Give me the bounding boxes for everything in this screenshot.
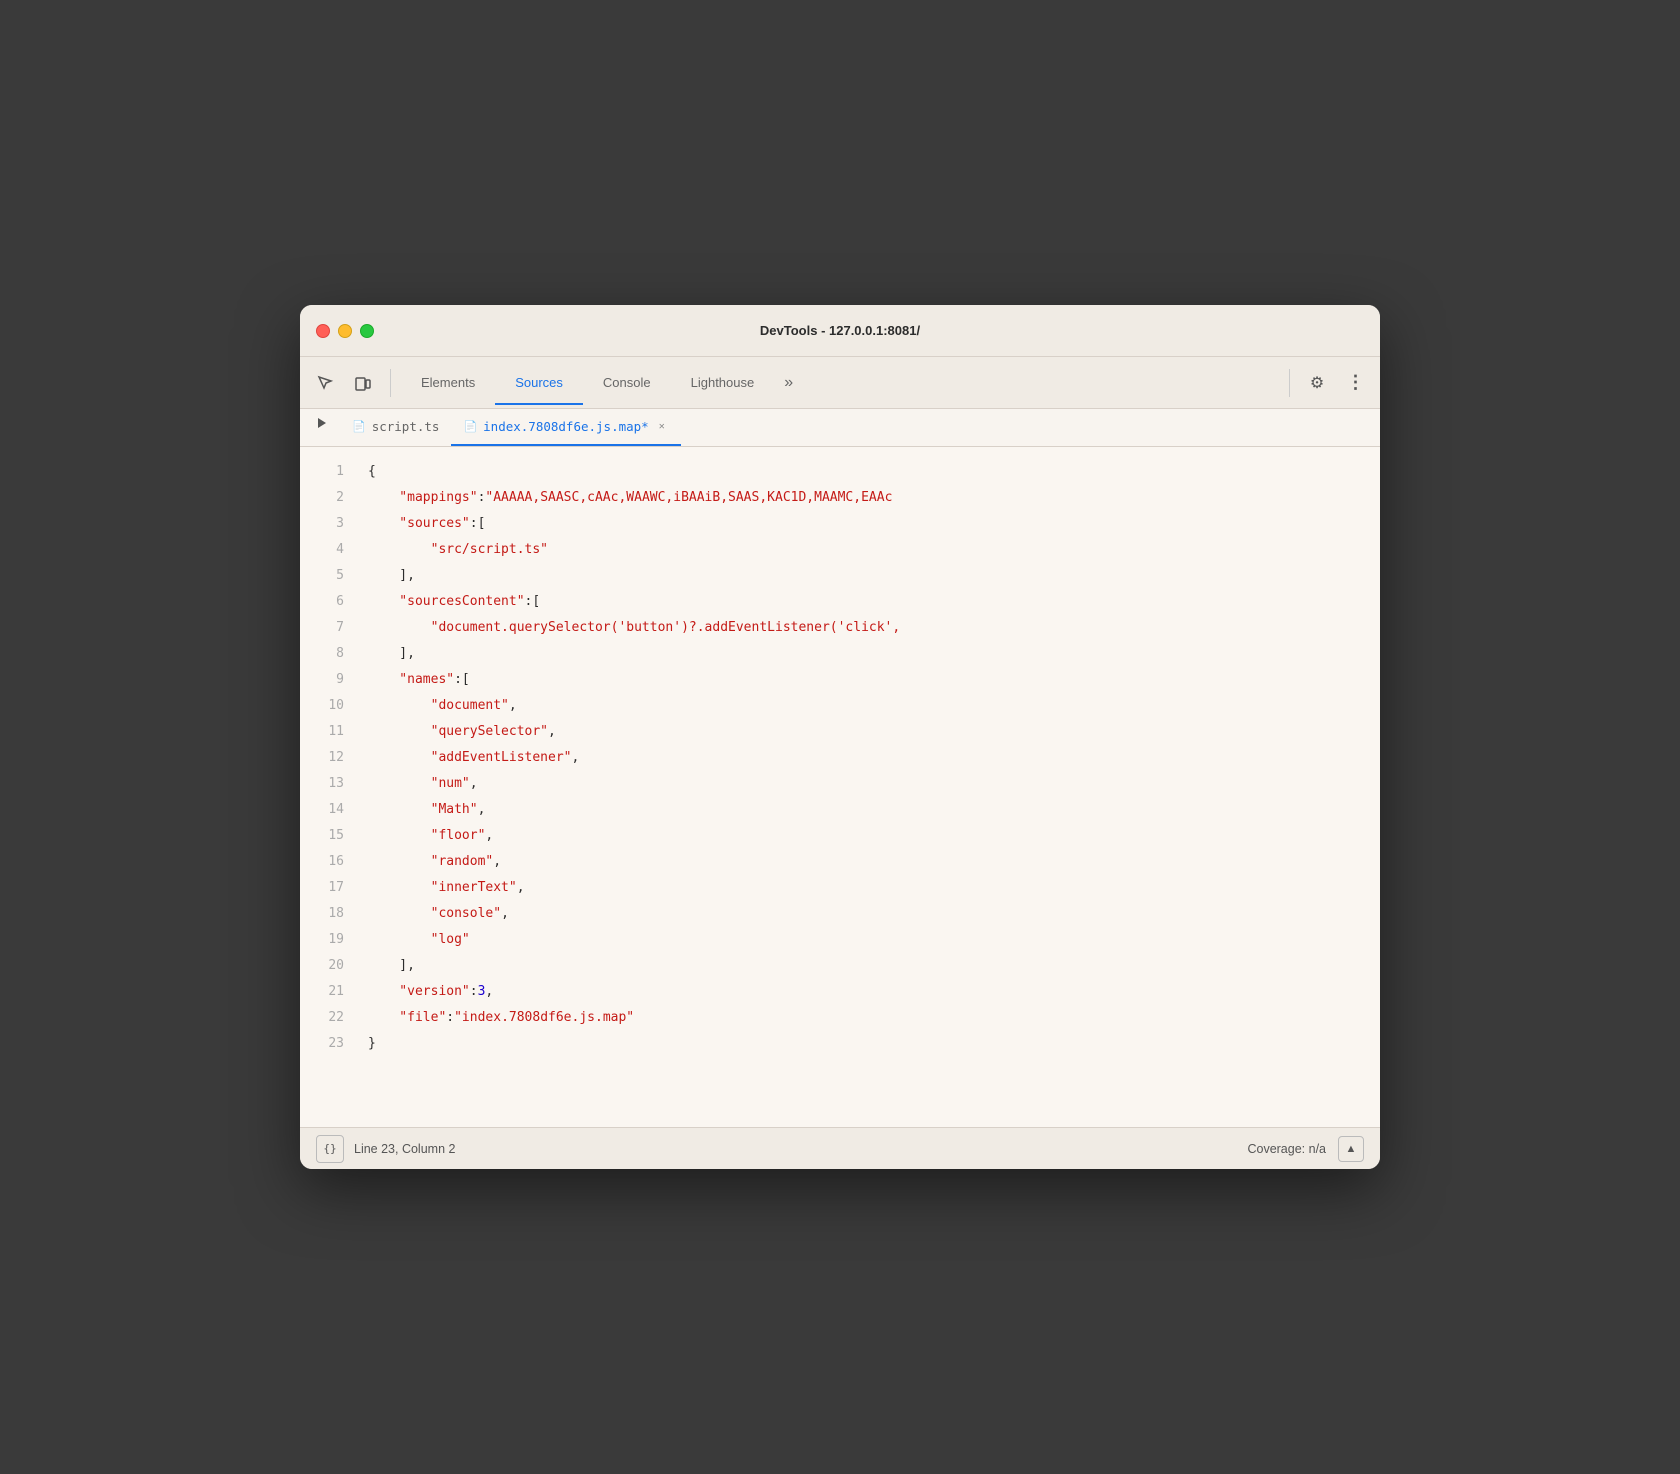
- minimize-button[interactable]: [338, 324, 352, 338]
- status-right: Coverage: n/a ▲: [1247, 1136, 1364, 1162]
- code-line-13: "num",: [368, 771, 1380, 797]
- code-line-3: "sources":[: [368, 511, 1380, 537]
- code-editor: 1 2 3 4 5 6 7 8 9 10 11 12 13 14 15 16 1…: [300, 447, 1380, 1127]
- status-left: {} Line 23, Column 2: [316, 1135, 455, 1163]
- line-number: 8: [300, 641, 344, 667]
- line-number: 15: [300, 823, 344, 849]
- inspect-icon: [316, 374, 334, 392]
- code-line-7: "document.querySelector('button')?.addEv…: [368, 615, 1380, 641]
- status-bar: {} Line 23, Column 2 Coverage: n/a ▲: [300, 1127, 1380, 1169]
- file-tab-index-map[interactable]: 📄 index.7808df6e.js.map* ✕: [451, 409, 680, 446]
- code-line-15: "floor",: [368, 823, 1380, 849]
- code-line-17: "innerText",: [368, 875, 1380, 901]
- code-line-16: "random",: [368, 849, 1380, 875]
- file-tabs-bar: 📄 script.ts 📄 index.7808df6e.js.map* ✕: [300, 409, 1380, 447]
- file-tab-script-ts[interactable]: 📄 script.ts: [340, 409, 451, 446]
- run-script-button[interactable]: [308, 409, 336, 437]
- tab-lighthouse[interactable]: Lighthouse: [671, 361, 775, 404]
- line-number: 10: [300, 693, 344, 719]
- code-line-21: "version":3,: [368, 979, 1380, 1005]
- ellipsis-icon: ⋮: [1347, 372, 1364, 393]
- more-menu-button[interactable]: ⋮: [1338, 366, 1372, 400]
- title-bar: DevTools - 127.0.0.1:8081/: [300, 305, 1380, 357]
- line-number: 16: [300, 849, 344, 875]
- line-number: 2: [300, 485, 344, 511]
- maximize-button[interactable]: [360, 324, 374, 338]
- code-line-4: "src/script.ts": [368, 537, 1380, 563]
- code-line-20: ],: [368, 953, 1380, 979]
- code-line-2: "mappings":"AAAAA,SAASC,cAAc,WAAWC,iBAAi…: [368, 485, 1380, 511]
- code-line-19: "log": [368, 927, 1380, 953]
- close-file-tab-button[interactable]: ✕: [655, 420, 669, 434]
- code-line-23: }: [368, 1031, 1380, 1057]
- line-number: 9: [300, 667, 344, 693]
- run-icon: [315, 416, 329, 430]
- nav-tabs: Elements Sources Console Lighthouse »: [401, 361, 1279, 404]
- line-number: 1: [300, 459, 344, 485]
- cursor-position: Line 23, Column 2: [354, 1142, 455, 1156]
- code-line-8: ],: [368, 641, 1380, 667]
- line-number: 6: [300, 589, 344, 615]
- line-number: 3: [300, 511, 344, 537]
- traffic-lights: [316, 324, 374, 338]
- line-number: 23: [300, 1031, 344, 1057]
- inspect-element-button[interactable]: [308, 366, 342, 400]
- line-number: 20: [300, 953, 344, 979]
- line-number: 13: [300, 771, 344, 797]
- device-toggle-button[interactable]: [346, 366, 380, 400]
- code-line-9: "names":[: [368, 667, 1380, 693]
- line-number: 22: [300, 1005, 344, 1031]
- code-line-22: "file":"index.7808df6e.js.map": [368, 1005, 1380, 1031]
- settings-button[interactable]: ⚙: [1300, 366, 1334, 400]
- line-number: 12: [300, 745, 344, 771]
- code-line-5: ],: [368, 563, 1380, 589]
- code-line-11: "querySelector",: [368, 719, 1380, 745]
- line-number: 5: [300, 563, 344, 589]
- device-icon: [354, 374, 372, 392]
- line-number: 11: [300, 719, 344, 745]
- toolbar: Elements Sources Console Lighthouse » ⚙ …: [300, 357, 1380, 409]
- window-title: DevTools - 127.0.0.1:8081/: [760, 323, 920, 338]
- devtools-window: DevTools - 127.0.0.1:8081/ Elements Sour…: [300, 305, 1380, 1169]
- file-tab-label: script.ts: [372, 419, 440, 434]
- format-code-button[interactable]: {}: [316, 1135, 344, 1163]
- file-modified-icon: 📄: [463, 420, 477, 433]
- line-number: 17: [300, 875, 344, 901]
- file-tab-active-label: index.7808df6e.js.map*: [483, 419, 649, 434]
- tab-sources[interactable]: Sources: [495, 361, 583, 404]
- code-line-14: "Math",: [368, 797, 1380, 823]
- coverage-toggle-button[interactable]: ▲: [1338, 1136, 1364, 1162]
- code-line-12: "addEventListener",: [368, 745, 1380, 771]
- line-number: 21: [300, 979, 344, 1005]
- coverage-chevron-icon: ▲: [1346, 1143, 1357, 1155]
- tab-elements[interactable]: Elements: [401, 361, 495, 404]
- toolbar-divider-right: [1289, 369, 1290, 397]
- gear-icon: ⚙: [1310, 373, 1324, 393]
- line-number: 7: [300, 615, 344, 641]
- line-number: 4: [300, 537, 344, 563]
- close-button[interactable]: [316, 324, 330, 338]
- line-number: 14: [300, 797, 344, 823]
- code-line-18: "console",: [368, 901, 1380, 927]
- line-number: 19: [300, 927, 344, 953]
- line-number: 18: [300, 901, 344, 927]
- code-lines[interactable]: { "mappings":"AAAAA,SAASC,cAAc,WAAWC,iBA…: [360, 447, 1380, 1127]
- line-numbers-gutter: 1 2 3 4 5 6 7 8 9 10 11 12 13 14 15 16 1…: [300, 447, 360, 1127]
- toolbar-divider: [390, 369, 391, 397]
- code-line-6: "sourcesContent":[: [368, 589, 1380, 615]
- code-line-10: "document",: [368, 693, 1380, 719]
- tab-console[interactable]: Console: [583, 361, 671, 404]
- code-line-1: {: [368, 459, 1380, 485]
- toolbar-right-actions: ⚙ ⋮: [1300, 366, 1372, 400]
- file-icon: 📄: [352, 420, 366, 433]
- more-tabs-button[interactable]: »: [774, 368, 803, 398]
- coverage-label: Coverage: n/a: [1247, 1142, 1326, 1156]
